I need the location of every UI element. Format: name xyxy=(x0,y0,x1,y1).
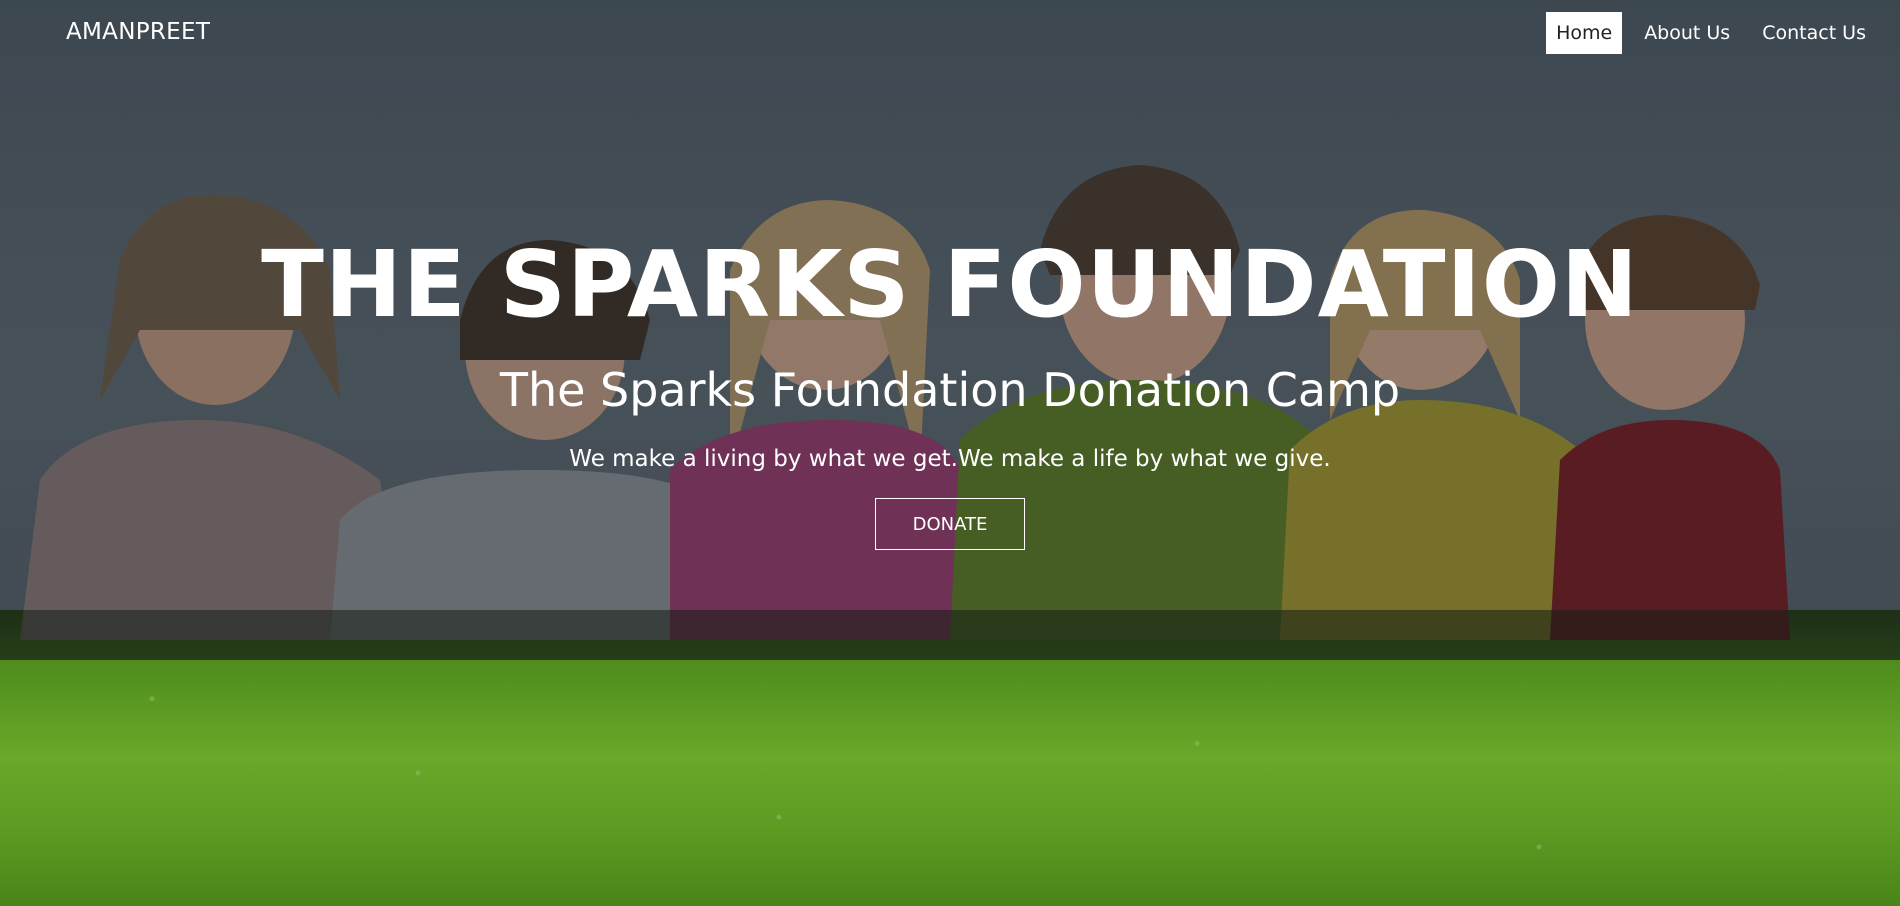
hero-subtitle: The Sparks Foundation Donation Camp xyxy=(499,363,1401,417)
grass-shadow xyxy=(0,610,1900,660)
hero-section: AMANPREET Home About Us Contact Us THE S… xyxy=(0,0,1900,906)
brand-logo[interactable]: AMANPREET xyxy=(66,19,210,45)
nav-item-home[interactable]: Home xyxy=(1546,12,1623,54)
hero-content: THE SPARKS FOUNDATION The Sparks Foundat… xyxy=(0,230,1900,550)
hero-title: THE SPARKS FOUNDATION xyxy=(261,231,1639,338)
nav-menu: Home About Us Contact Us xyxy=(1534,12,1876,54)
navbar: AMANPREET Home About Us Contact Us xyxy=(0,0,1900,66)
donate-button[interactable]: DONATE xyxy=(875,498,1025,550)
nav-item-about-us[interactable]: About Us xyxy=(1634,12,1740,54)
hero-tagline: We make a living by what we get.We make … xyxy=(569,446,1331,472)
nav-item-contact-us[interactable]: Contact Us xyxy=(1752,12,1876,54)
